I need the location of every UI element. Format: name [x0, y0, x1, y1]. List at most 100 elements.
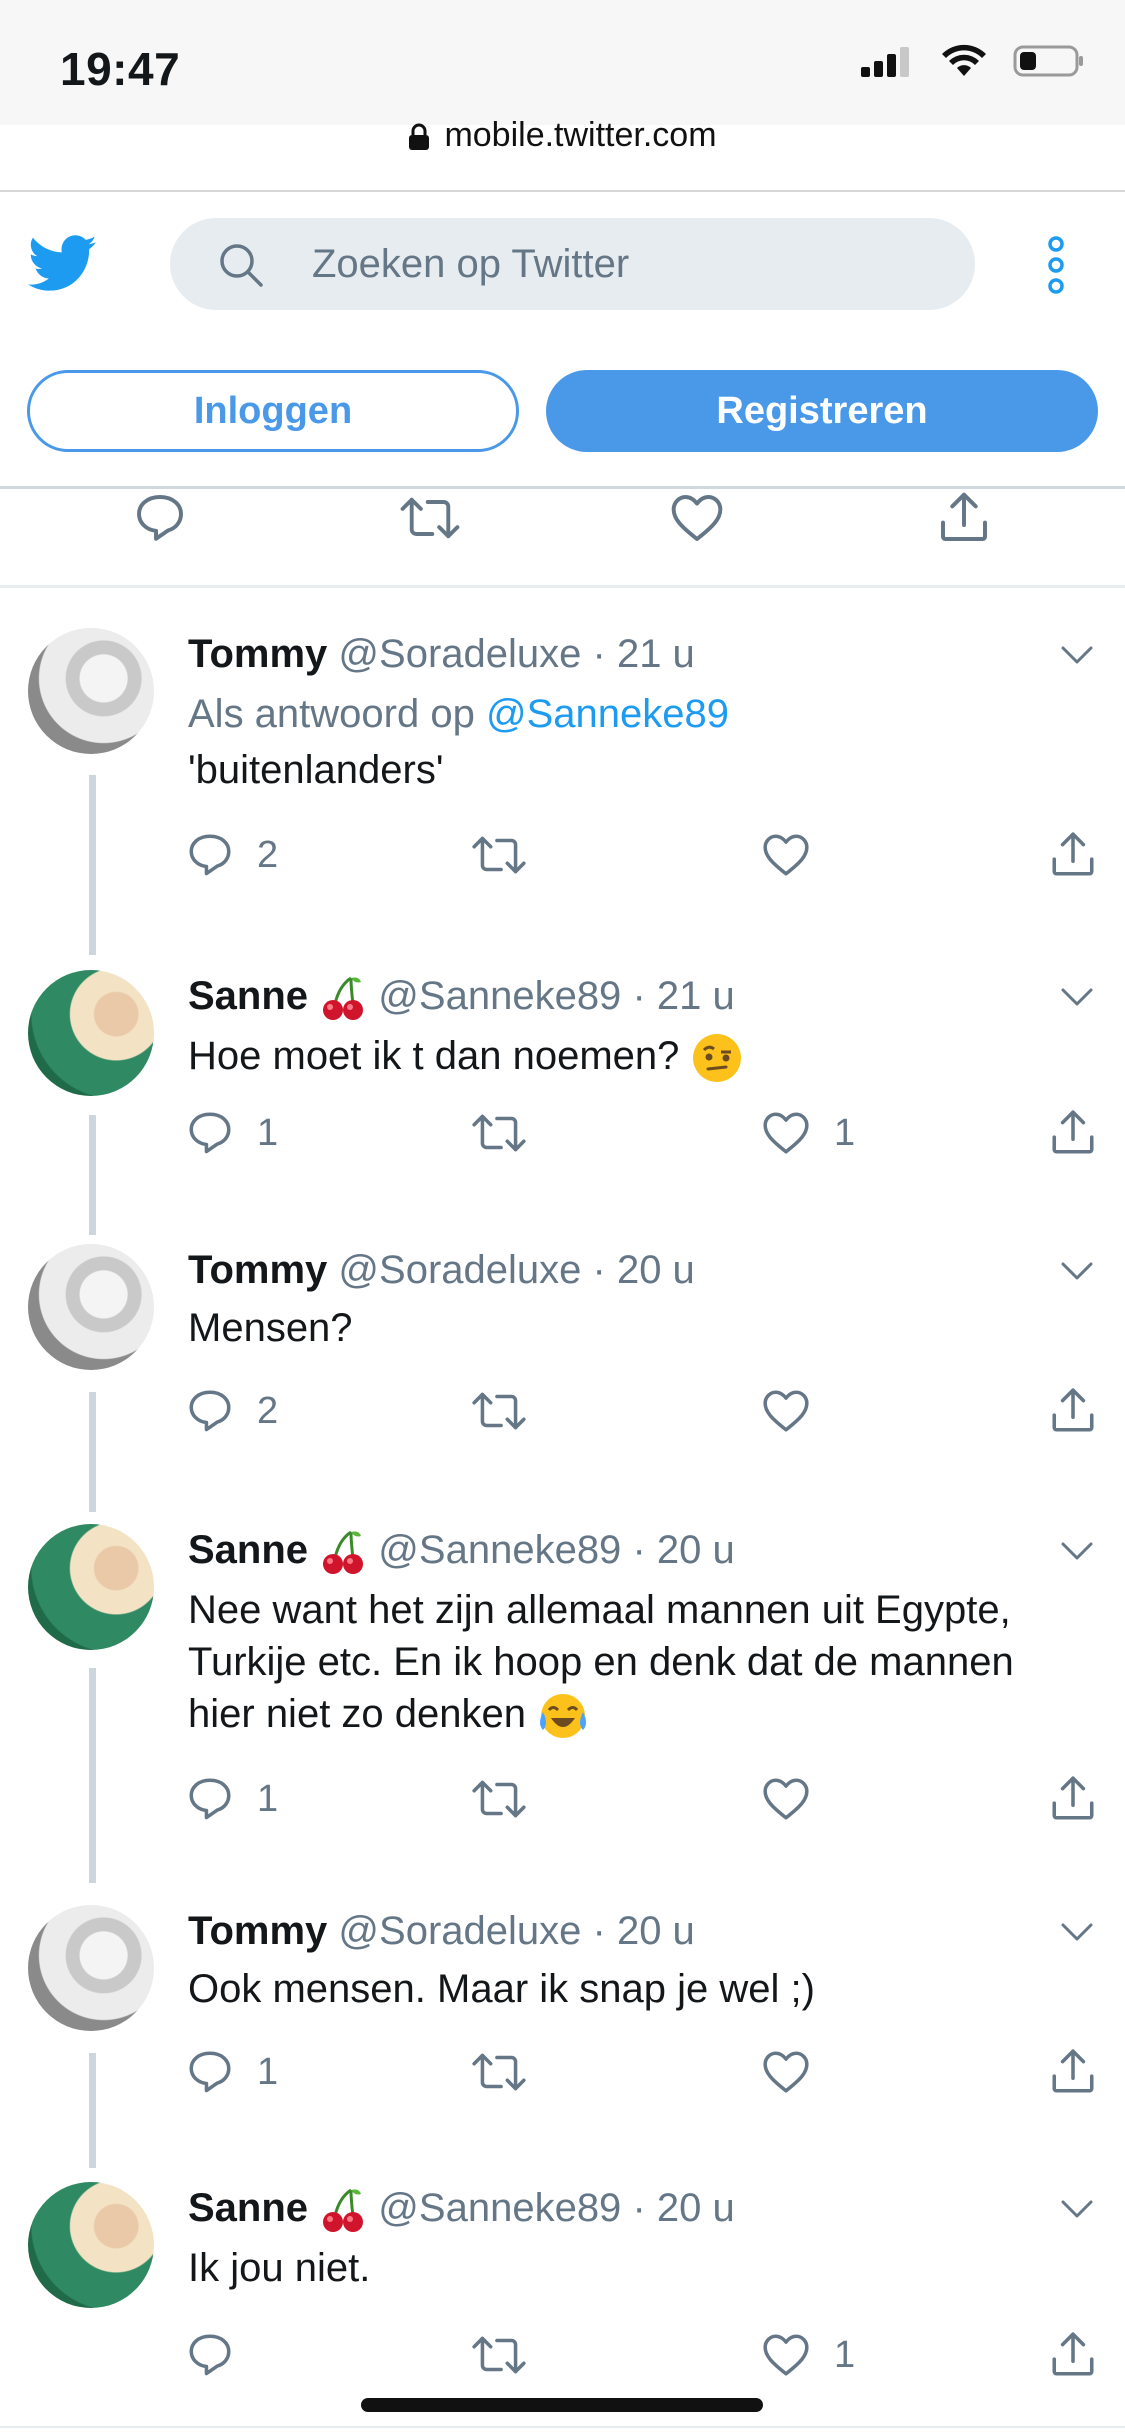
author-handle[interactable]: @Soradeluxe	[338, 1248, 581, 1292]
retweet-action[interactable]	[470, 1774, 528, 1824]
reply-count: 2	[257, 1389, 279, 1432]
search-icon	[220, 244, 263, 287]
reply-action[interactable]: 1	[185, 2047, 278, 2097]
home-indicator[interactable]	[361, 2398, 763, 2412]
share-icon	[1052, 1776, 1094, 1820]
author-name[interactable]: Sanne	[188, 974, 308, 1018]
tweet-time[interactable]: 20 u	[657, 1528, 735, 1572]
avatar[interactable]	[28, 970, 154, 1096]
retweet-action[interactable]	[470, 1386, 528, 1436]
like-action[interactable]: 1	[760, 1108, 855, 1158]
reply-action[interactable]: 1	[185, 1108, 278, 1158]
lock-icon	[409, 123, 430, 151]
tweet-time[interactable]: 21 u	[617, 632, 695, 676]
url-bar[interactable]: mobile.twitter.com	[0, 116, 1125, 155]
tweet[interactable]: Sanne @Sanneke89 · 20 u Ik jou niet. 1	[0, 2170, 1125, 2410]
separator-dot: ·	[632, 974, 646, 1018]
chevron-down-icon[interactable]	[1060, 1260, 1094, 1282]
retweet-icon	[472, 2053, 526, 2091]
like-action[interactable]	[760, 1774, 834, 1824]
author-handle[interactable]: @Sanneke89	[378, 2186, 621, 2230]
retweet-icon[interactable]	[398, 490, 462, 546]
tweet-text-row: Hoe moet ik t dan noemen?	[188, 1030, 1088, 1084]
tweet-time[interactable]: 20 u	[617, 1248, 695, 1292]
tweet-time[interactable]: 20 u	[657, 2186, 735, 2230]
status-bar: 19:47 mobile.twitter.com	[0, 0, 1125, 154]
share-action[interactable]	[1048, 1108, 1098, 1158]
like-action[interactable]	[760, 2047, 834, 2097]
author-name[interactable]: Tommy	[188, 1909, 327, 1953]
separator-dot: ·	[632, 1528, 646, 1572]
tweet[interactable]: Sanne @Sanneke89 · 21 u Hoe moet ik t da…	[0, 958, 1125, 1218]
author-name[interactable]: Tommy	[188, 1248, 327, 1292]
tweet-time[interactable]: 20 u	[617, 1909, 695, 1953]
chevron-down-icon[interactable]	[1060, 986, 1094, 1008]
chevron-down-icon[interactable]	[1060, 2198, 1094, 2220]
reply-action[interactable]	[185, 2330, 257, 2380]
tweet-time[interactable]: 21 u	[657, 974, 735, 1018]
retweet-action[interactable]	[470, 1108, 528, 1158]
like-icon	[763, 834, 809, 876]
reply-action[interactable]: 2	[185, 830, 278, 880]
share-icon[interactable]	[936, 490, 992, 546]
like-action[interactable]	[760, 1386, 834, 1436]
author-handle[interactable]: @Soradeluxe	[338, 632, 581, 676]
tweet-text: Mensen?	[188, 1306, 353, 1350]
twitter-bird-icon[interactable]	[28, 235, 98, 293]
search-input[interactable]: Zoeken op Twitter	[170, 218, 975, 310]
avatar[interactable]	[28, 628, 154, 754]
retweet-action[interactable]	[470, 2047, 528, 2097]
like-icon[interactable]	[667, 490, 727, 546]
share-icon	[1052, 2049, 1094, 2093]
author-handle[interactable]: @Sanneke89	[378, 1528, 621, 1572]
share-action[interactable]	[1048, 2047, 1098, 2097]
register-button[interactable]: Registreren	[546, 370, 1098, 452]
share-action[interactable]	[1048, 1386, 1098, 1436]
avatar[interactable]	[28, 2182, 154, 2308]
tweet-header: Sanne @Sanneke89 · 20 u	[188, 1528, 735, 1576]
reply-action[interactable]: 2	[185, 1386, 278, 1436]
tweet-header: Sanne @Sanneke89 · 21 u	[188, 974, 735, 1022]
tweet[interactable]: Tommy @Soradeluxe · 21 u Als antwoord op…	[0, 620, 1125, 950]
author-handle[interactable]: @Sanneke89	[378, 974, 621, 1018]
retweet-action[interactable]	[470, 2330, 528, 2380]
tweet-text-line: Turkije etc. En ik hoop en denk dat de m…	[188, 1640, 1014, 1684]
reply-icon	[189, 834, 231, 876]
share-action[interactable]	[1048, 2330, 1098, 2380]
reply-action[interactable]: 1	[185, 1774, 278, 1824]
avatar[interactable]	[28, 1905, 154, 2031]
avatar[interactable]	[28, 1244, 154, 1370]
like-action[interactable]: 1	[760, 2330, 855, 2380]
share-action[interactable]	[1048, 830, 1098, 880]
share-icon	[1052, 1110, 1094, 1154]
retweet-icon	[472, 1114, 526, 1152]
tweet-text: Nee want het zijn allemaal mannen uit Eg…	[188, 1584, 1088, 1742]
retweet-action[interactable]	[470, 830, 528, 880]
more-options-icon[interactable]	[1046, 236, 1066, 294]
tweet[interactable]: Sanne @Sanneke89 · 20 u Nee want het zij…	[0, 1512, 1125, 1892]
chevron-down-icon[interactable]	[1060, 644, 1094, 666]
chevron-down-icon[interactable]	[1060, 1540, 1094, 1562]
like-icon	[763, 1390, 809, 1432]
separator-dot: ·	[592, 632, 606, 676]
tweet-actions: 2	[0, 1386, 1125, 1446]
tweet[interactable]: Tommy @Soradeluxe · 20 u Mensen? 2	[0, 1236, 1125, 1496]
author-name[interactable]: Sanne	[188, 1528, 308, 1572]
tweet[interactable]: Tommy @Soradeluxe · 20 u Ook mensen. Maa…	[0, 1897, 1125, 2157]
reply-icon[interactable]	[132, 490, 188, 546]
login-button[interactable]: Inloggen	[27, 370, 519, 452]
tears-of-joy-emoji-icon	[540, 1694, 587, 1739]
author-name[interactable]: Tommy	[188, 632, 327, 676]
battery-icon	[1013, 45, 1083, 77]
share-action[interactable]	[1048, 1774, 1098, 1824]
avatar[interactable]	[28, 1524, 154, 1650]
reply-icon	[189, 1778, 231, 1820]
like-action[interactable]	[760, 830, 834, 880]
mention-link[interactable]: @Sanneke89	[486, 692, 729, 736]
tweet-actions: 1	[0, 1774, 1125, 1834]
chevron-down-icon[interactable]	[1060, 1921, 1094, 1943]
author-name[interactable]: Sanne	[188, 2186, 308, 2230]
like-count: 1	[834, 2333, 856, 2376]
tweet-actions: 1	[0, 2330, 1125, 2390]
author-handle[interactable]: @Soradeluxe	[338, 1909, 581, 1953]
